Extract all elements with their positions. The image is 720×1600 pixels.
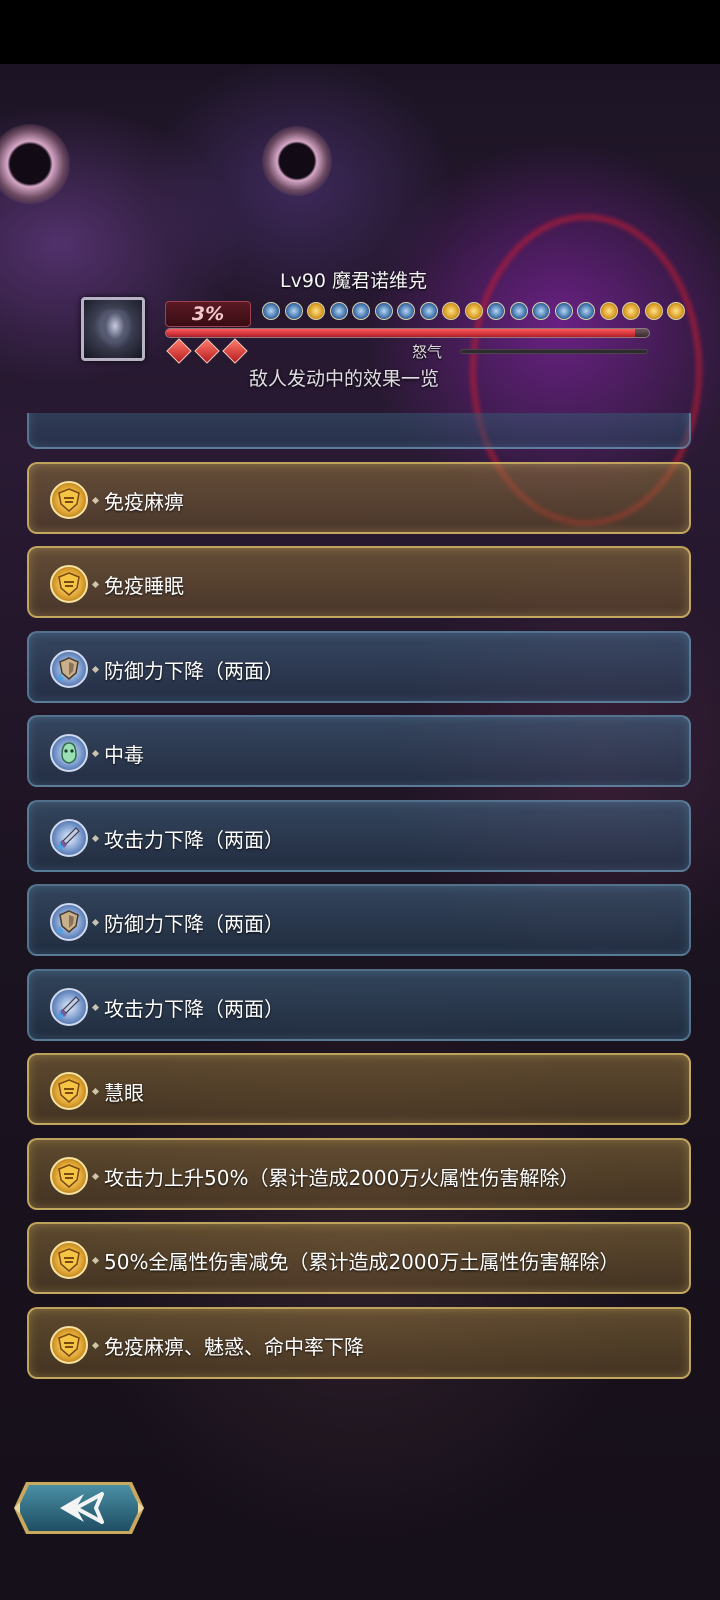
effect-label: 攻击力下降（两面） — [104, 827, 284, 852]
bullet-icon — [91, 580, 100, 589]
bullet-icon — [91, 1172, 100, 1180]
gem-icon — [222, 338, 248, 364]
status-effect-icon — [599, 302, 618, 320]
status-effect-icon — [352, 302, 370, 320]
defense-down-icon — [50, 649, 88, 688]
rage-bar — [460, 349, 648, 354]
poison-icon — [50, 734, 88, 772]
status-effect-icon — [487, 302, 505, 320]
defense-down-icon — [50, 903, 88, 941]
status-effect-icon — [464, 302, 483, 320]
effect-item[interactable]: 50%全属性伤害减免（累计造成2000万土属性伤害解除） — [27, 1222, 691, 1294]
bullet-icon — [91, 918, 100, 927]
status-effect-icon — [419, 302, 438, 320]
status-effect-icon — [532, 302, 550, 320]
effect-item[interactable]: 防御力下降（两面） — [27, 884, 691, 956]
gem-icon — [194, 338, 220, 364]
bullet-icon — [91, 1003, 100, 1011]
rage-label: 怒气 — [412, 343, 443, 361]
status-effect-icon — [397, 302, 415, 320]
gold-shield-icon — [50, 1156, 88, 1195]
effect-label: 慧眼 — [104, 1081, 144, 1105]
effect-label: 免疫麻痹、魅惑、命中率下降 — [104, 1334, 364, 1359]
effect-label: 防御力下降（两面） — [104, 658, 284, 683]
gold-shield-icon — [50, 1325, 88, 1364]
back-arrow-icon — [14, 1482, 144, 1534]
status-effect-icon — [442, 302, 460, 320]
bullet-icon — [91, 1087, 100, 1096]
effect-item[interactable]: 防御力下降（两面） — [27, 630, 691, 703]
effect-item[interactable]: 免疫睡眠 — [27, 546, 691, 618]
status-effect-icon — [262, 302, 280, 320]
boss-hp-percent: 3% — [165, 301, 251, 327]
status-effect-icon — [509, 302, 528, 320]
boss-status-icons — [262, 302, 685, 322]
status-effect-icon — [284, 302, 303, 320]
background-eye — [262, 126, 332, 196]
bullet-icon — [91, 1341, 100, 1349]
effects-list[interactable]: 中毒等级90魔君诺维克免疫麻痹免疫睡眠防御力下降（两面） 中毒攻击力下降（两面） 防… — [0, 413, 720, 1413]
bullet-icon — [91, 665, 100, 673]
effect-item[interactable]: 攻击力下降（两面） — [27, 799, 691, 872]
panel-title: 敌人发动中的效果一览 — [249, 368, 440, 390]
effect-label: 50%全属性伤害减免（累计造成2000万土属性伤害解除） — [104, 1250, 620, 1274]
gold-shield-icon — [50, 480, 88, 519]
back-button[interactable] — [12, 1479, 146, 1537]
effect-label: 免疫麻痹 — [104, 489, 184, 514]
effect-label: 中毒 — [104, 743, 144, 767]
effect-item[interactable]: 中毒 — [27, 715, 691, 787]
effect-item[interactable]: 免疫麻痹 — [27, 461, 691, 534]
status-effect-icon — [644, 302, 663, 320]
bullet-icon — [91, 496, 100, 504]
gold-shield-icon — [50, 1072, 88, 1110]
effect-label: 免疫睡眠 — [104, 574, 184, 598]
boss-hp-fill — [166, 329, 635, 337]
gold-shield-icon — [50, 1241, 88, 1279]
effect-item[interactable]: 中毒等级90魔君诺维克 — [27, 413, 691, 449]
effect-label: 攻击力下降（两面） — [104, 996, 284, 1021]
status-effect-icon — [329, 302, 348, 320]
bullet-icon — [91, 749, 100, 758]
boss-gems — [166, 338, 248, 364]
effect-item[interactable]: 免疫麻痹、魅惑、命中率下降 — [27, 1306, 691, 1379]
effect-label: 防御力下降（两面） — [104, 912, 284, 936]
status-effect-icon — [374, 302, 393, 320]
boss-portrait[interactable] — [81, 297, 145, 361]
effect-source-name: 魔君诺维克 — [133, 413, 208, 415]
boss-name: Lv90 魔君诺维克 — [280, 270, 428, 292]
attack-down-icon — [50, 818, 88, 857]
gem-icon — [166, 338, 192, 364]
background-eye — [0, 124, 70, 204]
status-effect-icon — [307, 302, 325, 320]
effect-label: 攻击力上升50%（累计造成2000万火属性伤害解除） — [104, 1165, 580, 1190]
status-effect-icon — [554, 302, 573, 320]
effect-item[interactable]: 攻击力上升50%（累计造成2000万火属性伤害解除） — [27, 1137, 691, 1210]
boss-hp-bar — [165, 328, 650, 338]
effect-item[interactable]: 攻击力下降（两面） — [27, 968, 691, 1041]
effect-item[interactable]: 慧眼 — [27, 1053, 691, 1125]
status-effect-icon — [667, 302, 685, 320]
bullet-icon — [91, 834, 100, 842]
status-effect-icon — [577, 302, 595, 320]
attack-down-icon — [50, 987, 88, 1026]
bullet-icon — [91, 1256, 100, 1265]
gold-shield-icon — [50, 565, 88, 603]
status-effect-icon — [622, 302, 640, 320]
